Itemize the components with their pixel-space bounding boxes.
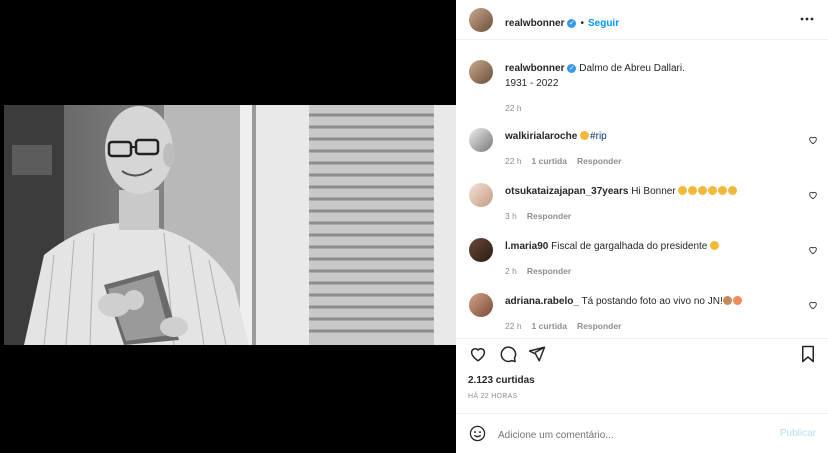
emoji-picker-icon[interactable] (469, 425, 486, 442)
like-comment-heart-icon[interactable] (808, 300, 818, 310)
comment-item: l.maria90 Fiscal de gargalhada do presid… (505, 241, 805, 276)
comment-time: 22 h (505, 321, 522, 331)
commenter-avatar[interactable] (469, 238, 493, 262)
caption-text-line2: 1931 - 2022 (505, 78, 559, 89)
commenter-avatar[interactable] (469, 128, 493, 152)
caption: realwbonner ✓ Dalmo de Abreu Dallari. 193… (505, 63, 805, 113)
clapping-emoji-icon (718, 186, 728, 195)
comment-text: Tá postando foto ao vivo no JN! (581, 296, 723, 307)
hashtag-link[interactable]: #rip (590, 131, 607, 142)
like-comment-heart-icon[interactable] (808, 135, 818, 145)
comment-likes[interactable]: 1 curtida (532, 156, 567, 166)
post-media[interactable] (0, 0, 456, 453)
crying-emoji-icon (698, 186, 708, 195)
like-comment-heart-icon[interactable] (808, 245, 818, 255)
comment-username[interactable]: adriana.rabelo_ (505, 296, 579, 307)
separator-dot: • (580, 18, 584, 29)
likes-count[interactable]: 2.123 curtidas (468, 375, 535, 386)
more-options-icon[interactable] (800, 14, 814, 24)
comment-text: Hi Bonner (631, 186, 676, 197)
comment-composer: Publicar (456, 413, 828, 454)
crying-emoji-icon (580, 131, 590, 140)
comment-item: adriana.rabelo_ Tá postando foto ao vivo… (505, 296, 805, 331)
comment-likes[interactable]: 1 curtida (532, 321, 567, 331)
comment-time: 2 h (505, 266, 517, 276)
comment-icon[interactable] (499, 345, 517, 363)
caption-time: 22 h (505, 103, 522, 113)
comment-item: otsukataizajapan_37years Hi Bonner 3 h Re… (505, 186, 805, 221)
reply-button[interactable]: Responder (527, 266, 571, 276)
like-comment-heart-icon[interactable] (808, 190, 818, 200)
heart-eyes-emoji-icon (732, 296, 742, 305)
verified-badge-icon: ✓ (567, 64, 577, 73)
caption-username[interactable]: realwbonner (505, 63, 564, 74)
comment-username[interactable]: walkirialaroche (505, 131, 577, 142)
clapping-emoji-icon (722, 296, 732, 305)
author-info: realwbonner ✓ • Seguir (505, 13, 619, 31)
caption-avatar[interactable] (469, 60, 493, 84)
like-heart-icon[interactable] (469, 345, 487, 363)
post-photo[interactable] (4, 105, 456, 345)
caption-text-line1: Dalmo de Abreu Dallari. (579, 63, 685, 74)
save-bookmark-icon[interactable] (800, 345, 816, 363)
comment-time: 3 h (505, 211, 517, 221)
author-username[interactable]: realwbonner (505, 18, 564, 29)
share-icon[interactable] (528, 345, 546, 363)
clapping-emoji-icon (678, 186, 688, 195)
post-header: realwbonner ✓ • Seguir (456, 0, 828, 40)
photo-illustration (4, 105, 456, 345)
crying-emoji-icon (708, 186, 718, 195)
author-avatar[interactable] (469, 8, 493, 32)
commenter-avatar[interactable] (469, 293, 493, 317)
comment-time: 22 h (505, 156, 522, 166)
comment-username[interactable]: l.maria90 (505, 241, 548, 252)
comment-username[interactable]: otsukataizajapan_37years (505, 186, 628, 197)
verified-badge-icon: ✓ (567, 19, 577, 28)
reply-button[interactable]: Responder (577, 321, 621, 331)
publish-button[interactable]: Publicar (780, 428, 816, 439)
laughing-emoji-icon (710, 241, 720, 250)
post-timestamp: HÁ 22 HORAS (468, 393, 518, 400)
comment-text: Fiscal de gargalhada do presidente (551, 241, 708, 252)
follow-button[interactable]: Seguir (588, 18, 619, 29)
post-details-panel: realwbonner ✓ • Seguir realwbonner ✓ Dalmo d… (456, 0, 828, 453)
clapping-emoji-icon (728, 186, 738, 195)
clapping-emoji-icon (688, 186, 698, 195)
comment-item: walkirialaroche #rip 22 h 1 curtida Respon… (505, 131, 795, 166)
commenter-avatar[interactable] (469, 183, 493, 207)
comment-input[interactable] (496, 425, 740, 445)
reply-button[interactable]: Responder (577, 156, 621, 166)
reply-button[interactable]: Responder (527, 211, 571, 221)
